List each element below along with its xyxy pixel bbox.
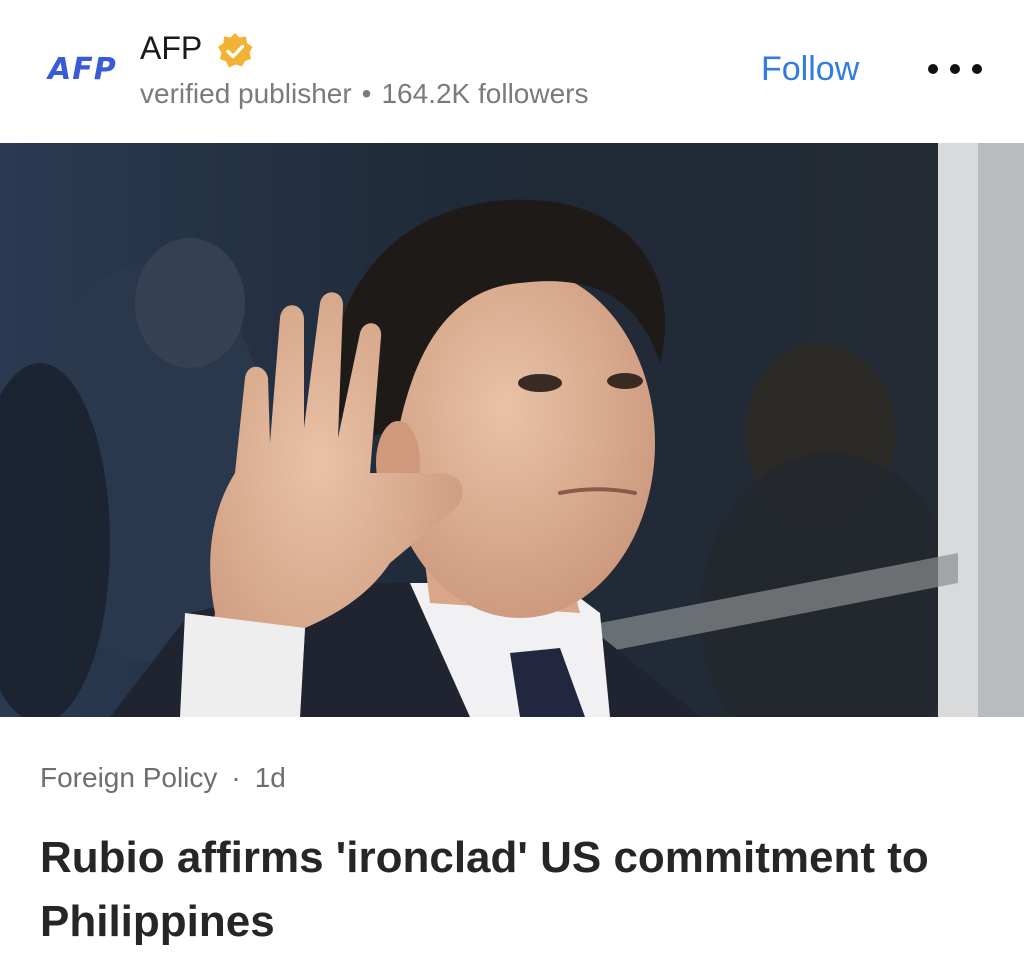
more-dots-icon bbox=[928, 64, 938, 74]
publisher-header: AFP AFP verified publisher • 164.2K follow… bbox=[0, 0, 1024, 143]
verified-badge-icon bbox=[218, 33, 253, 68]
meta-separator: · bbox=[231, 762, 241, 793]
news-card: AFP AFP verified publisher • 164.2K follow… bbox=[0, 0, 1024, 971]
more-dots-icon bbox=[972, 64, 982, 74]
meta-separator: • bbox=[361, 78, 372, 109]
publisher-name[interactable]: AFP bbox=[140, 30, 202, 67]
article-headline[interactable]: Rubio affirms 'ironclad' US commitment t… bbox=[40, 826, 1000, 954]
follower-count: 164.2K followers bbox=[381, 78, 589, 109]
publisher-meta: verified publisher • 164.2K followers bbox=[140, 78, 589, 110]
more-options-button[interactable] bbox=[928, 56, 982, 82]
article-age: 1d bbox=[254, 762, 286, 793]
publisher-logo[interactable]: AFP bbox=[48, 52, 117, 87]
more-dots-icon bbox=[950, 64, 960, 74]
article-photo-image bbox=[0, 143, 1024, 717]
article-meta: Foreign Policy · 1d bbox=[40, 762, 286, 794]
follow-button[interactable]: Follow bbox=[761, 50, 859, 89]
article-category[interactable]: Foreign Policy bbox=[40, 762, 217, 793]
publisher-subtitle: verified publisher bbox=[140, 78, 352, 109]
article-photo[interactable] bbox=[0, 143, 1024, 717]
